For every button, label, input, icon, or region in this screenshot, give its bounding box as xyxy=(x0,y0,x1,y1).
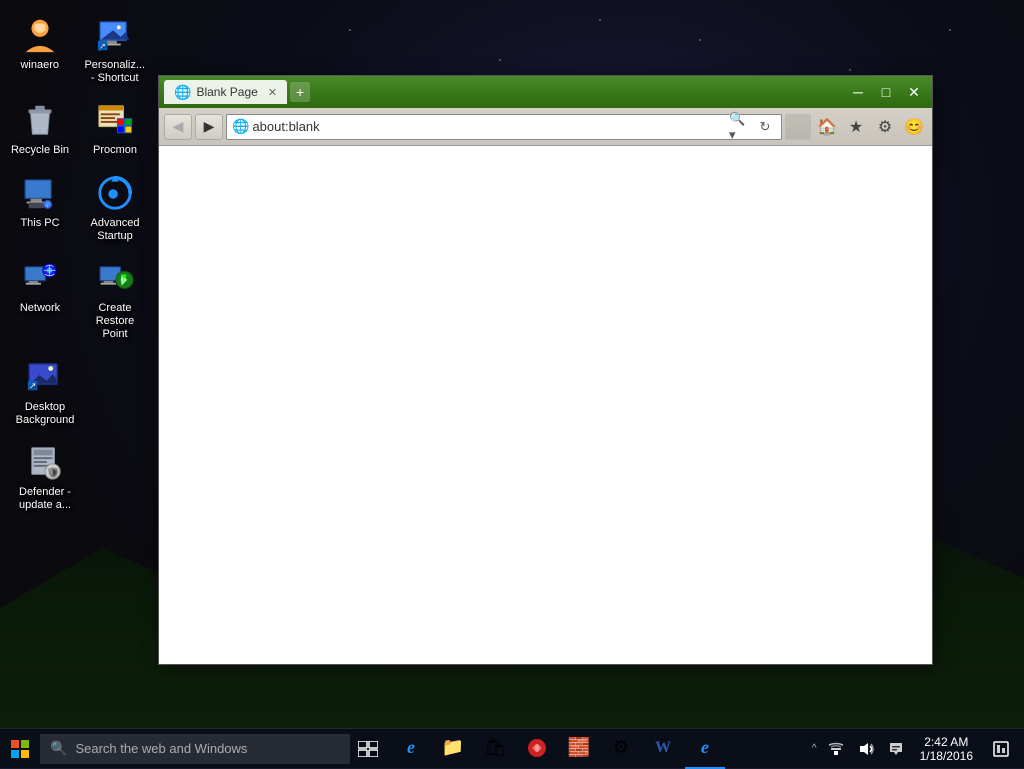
desktop-icon-network[interactable]: Network xyxy=(5,253,75,347)
forward-button[interactable]: ▶ xyxy=(195,114,223,140)
minimize-button[interactable]: ─ xyxy=(845,82,871,102)
tray-expand-button[interactable]: ^ xyxy=(809,743,820,754)
desktop-icon-desktop-background[interactable]: ↗ Desktop Background xyxy=(5,352,85,432)
search-placeholder-text: Search the web and Windows xyxy=(75,741,247,756)
desktop-icons: winaero ↗ Personaliz. xyxy=(0,0,155,720)
browser-content xyxy=(159,146,932,664)
tab-title: Blank Page xyxy=(196,85,257,99)
search-dropdown-button[interactable]: 🔍▾ xyxy=(729,116,751,138)
tray-volume-icon[interactable] xyxy=(852,729,880,769)
system-tray: ^ 2:42 AM 1/18/2016 xyxy=(804,729,1024,769)
taskbar-app-paint[interactable] xyxy=(517,729,557,769)
browser-toolbar: ◀ ▶ 🌐 about:blank 🔍▾ ↻ 🏠 ★ ⚙ 😊 xyxy=(159,108,932,146)
tab-close-button[interactable]: ✕ xyxy=(268,86,277,99)
taskbar-app-ie[interactable]: e xyxy=(685,729,725,769)
winaero-label: winaero xyxy=(20,59,59,72)
desktop: winaero ↗ Personaliz. xyxy=(0,0,1024,768)
favorites-button[interactable]: ★ xyxy=(843,114,869,140)
svg-text:↑: ↑ xyxy=(46,204,48,209)
maximize-button[interactable]: □ xyxy=(873,82,899,102)
title-bar-left: 🌐 Blank Page ✕ + xyxy=(164,80,845,104)
close-button[interactable]: ✕ xyxy=(901,82,927,102)
clock-time: 2:42 AM xyxy=(924,735,968,749)
task-view-button[interactable] xyxy=(350,729,386,769)
toolbar-right: 🏠 ★ ⚙ 😊 xyxy=(785,114,927,140)
desktop-icon-winaero[interactable]: winaero xyxy=(5,10,74,90)
defender-label: Defender - update a... xyxy=(10,486,80,512)
address-bar[interactable]: 🌐 about:blank 🔍▾ ↻ xyxy=(226,114,782,140)
address-text: about:blank xyxy=(252,119,726,134)
window-controls: ─ □ ✕ xyxy=(845,82,927,102)
svg-text:🛡: 🛡 xyxy=(47,466,59,478)
desktop-icon-personalization[interactable]: ↗ Personaliz... - Shortcut xyxy=(79,10,150,90)
refresh-button[interactable]: ↻ xyxy=(754,116,776,138)
desktop-icon-defender[interactable]: 🛡 Defender - update a... xyxy=(5,437,85,517)
clock-date: 1/18/2016 xyxy=(920,749,973,763)
taskbar-app-settings[interactable]: ⚙ xyxy=(601,729,641,769)
back-button[interactable]: ◀ xyxy=(164,114,192,140)
taskbar-app-store[interactable]: 🛍 xyxy=(475,729,515,769)
tray-network-icon[interactable] xyxy=(822,729,850,769)
advanced-startup-label: Advanced Startup xyxy=(85,217,145,243)
procmon-label: Procmon xyxy=(93,144,137,157)
taskbar-app-lego[interactable]: 🧱 xyxy=(559,729,599,769)
address-ie-icon: 🌐 xyxy=(232,118,249,135)
personalization-label: Personaliz... - Shortcut xyxy=(84,59,145,85)
desktop-background-label: Desktop Background xyxy=(10,401,80,427)
emoji-button[interactable]: 😊 xyxy=(901,114,927,140)
taskbar-apps: e 📁 🛍 🧱 ⚙ W e xyxy=(386,729,730,769)
clock[interactable]: 2:42 AM 1/18/2016 xyxy=(912,729,981,769)
desktop-icon-recycle-bin[interactable]: Recycle Bin xyxy=(5,95,75,162)
desktop-icon-procmon[interactable]: Procmon xyxy=(80,95,150,162)
action-center-button[interactable] xyxy=(983,729,1019,769)
settings-button[interactable]: ⚙ xyxy=(872,114,898,140)
search-icon: 🔍 xyxy=(50,740,67,757)
home-button[interactable]: 🏠 xyxy=(814,114,840,140)
new-tab-button[interactable]: + xyxy=(290,82,310,102)
toolbar-spacer xyxy=(785,114,811,140)
browser-window: 🌐 Blank Page ✕ + ─ □ ✕ ◀ ▶ 🌐 about:blank… xyxy=(158,75,933,665)
desktop-icon-this-pc[interactable]: ↑ This PC xyxy=(5,168,75,248)
browser-tab-active[interactable]: 🌐 Blank Page ✕ xyxy=(164,80,287,104)
tab-ie-icon: 🌐 xyxy=(174,84,191,101)
svg-text:↗: ↗ xyxy=(99,41,105,50)
taskbar-search[interactable]: 🔍 Search the web and Windows xyxy=(40,734,350,764)
desktop-icon-advanced-startup[interactable]: Advanced Startup xyxy=(80,168,150,248)
this-pc-label: This PC xyxy=(20,217,59,230)
recycle-bin-label: Recycle Bin xyxy=(11,144,69,157)
start-button[interactable] xyxy=(0,729,40,769)
network-label: Network xyxy=(20,302,60,315)
taskbar-app-explorer[interactable]: 📁 xyxy=(433,729,473,769)
title-bar: 🌐 Blank Page ✕ + ─ □ ✕ xyxy=(159,76,932,108)
create-restore-point-label: Create Restore Point xyxy=(85,302,145,342)
taskbar-app-edge[interactable]: e xyxy=(391,729,431,769)
svg-text:↗: ↗ xyxy=(29,380,36,390)
tray-chat-icon[interactable] xyxy=(882,729,910,769)
desktop-icon-create-restore-point[interactable]: Create Restore Point xyxy=(80,253,150,347)
taskbar-app-word[interactable]: W xyxy=(643,729,683,769)
taskbar: 🔍 Search the web and Windows e 📁 🛍 🧱 ⚙ W… xyxy=(0,728,1024,768)
